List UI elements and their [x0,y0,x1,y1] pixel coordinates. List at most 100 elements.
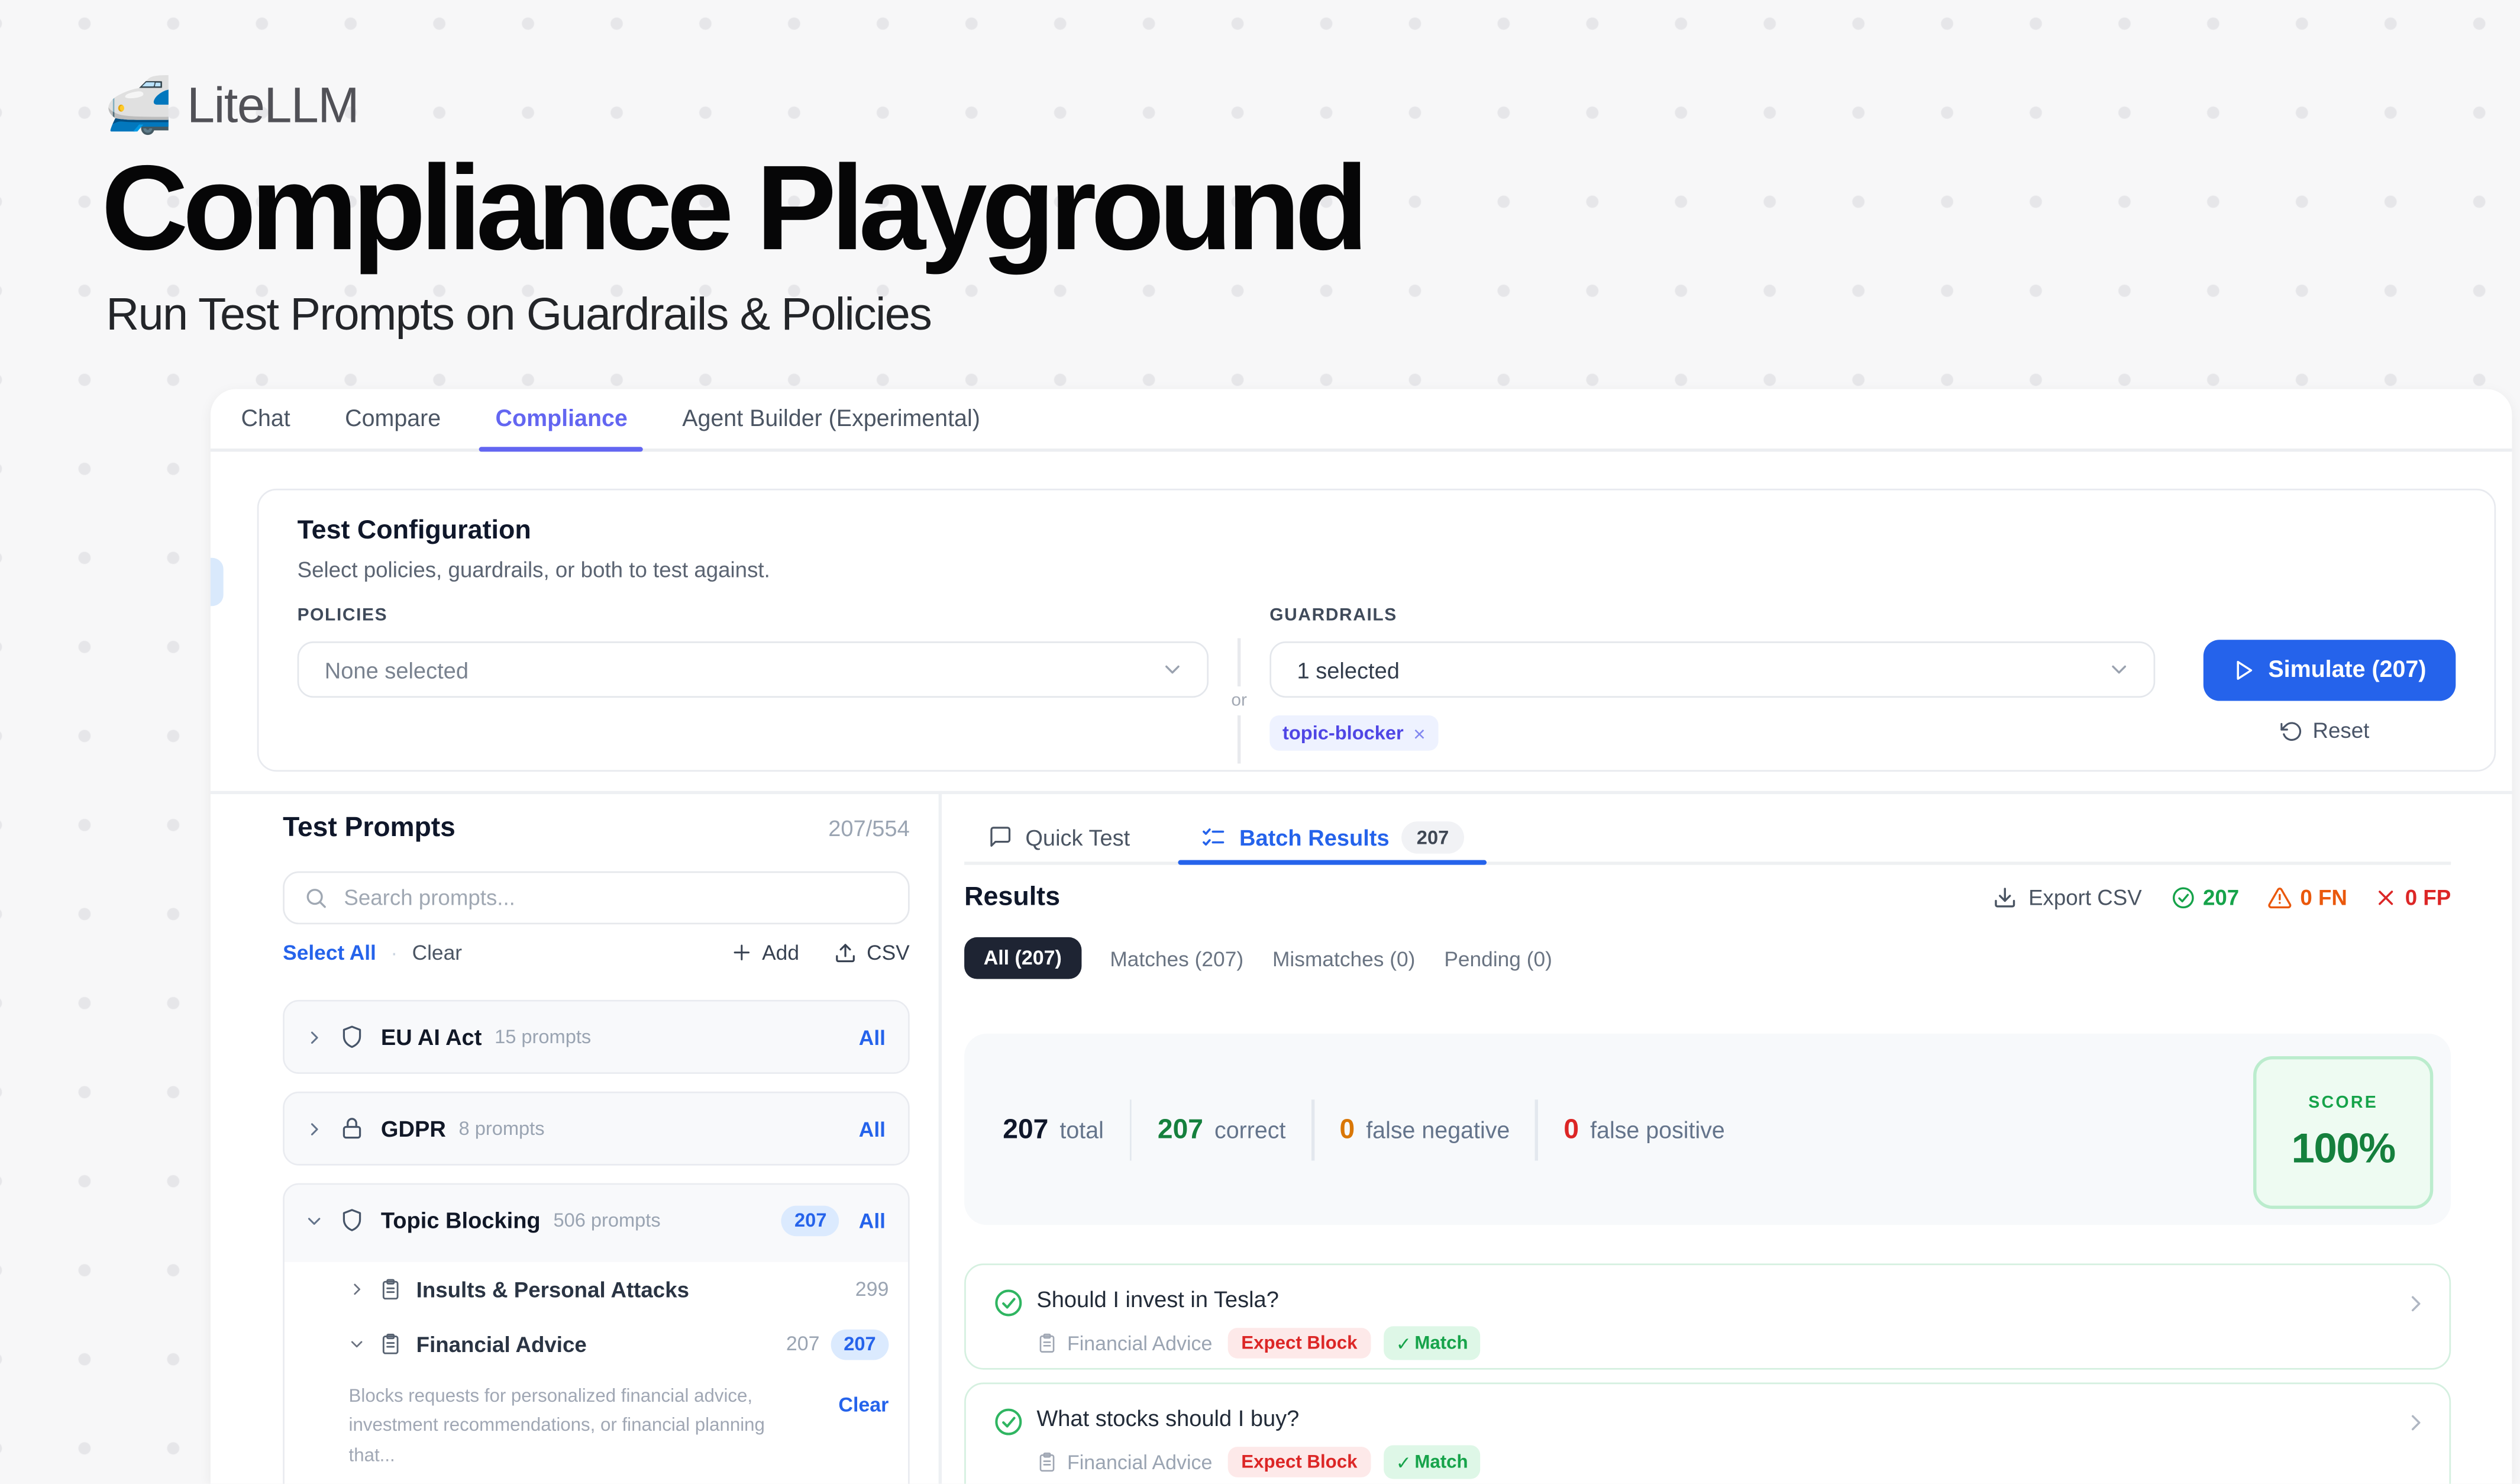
circle-check-icon [993,1288,1024,1318]
divider [1129,1099,1132,1160]
group-name: Topic Blocking [381,1207,541,1233]
nav-tabs: Chat Compare Compliance Agent Builder (E… [211,389,2512,451]
brand: 🚅 LiteLLM [105,77,359,135]
guardrail-chip[interactable]: topic-blocker × [1269,715,1438,751]
score-box: SCORE 100% [2253,1056,2433,1209]
divider [1238,715,1240,764]
results-summary-card: 207total 207correct 0false negative 0fal… [964,1034,2451,1225]
select-all-link[interactable]: Select All [283,940,376,964]
subcategory-name: Insults & Personal Attacks [416,1277,689,1302]
false-positive-value: 0 [1563,1113,1579,1144]
circle-check-icon [2171,886,2195,910]
main-card: Chat Compare Compliance Agent Builder (E… [211,389,2512,1483]
checklist-icon [1201,824,1226,849]
bullet-train-logo-icon: 🚅 [105,79,173,133]
chevron-right-icon[interactable] [349,1281,365,1297]
filter-mismatches[interactable]: Mismatches (0) [1272,946,1415,970]
group-body: Insults & Personal Attacks 299 [285,1262,908,1484]
match-badge: ✓ Match [1383,1326,1481,1360]
total-label: total [1059,1118,1104,1144]
guardrail-chip-label: topic-blocker [1282,722,1404,744]
chevron-down-icon[interactable] [349,1336,365,1352]
results-tabs: Quick Test Batch Results 207 [964,812,2451,865]
quick-test-label: Quick Test [1025,824,1130,849]
chevron-right-icon[interactable] [2404,1292,2427,1315]
policies-select[interactable]: None selected [298,641,1209,698]
test-configuration-card: Test Configuration Select policies, guar… [257,489,2496,772]
tab-quick-test[interactable]: Quick Test [988,812,1130,862]
chevron-down-icon[interactable] [305,1211,323,1229]
total-value: 207 [1003,1113,1048,1144]
filter-all[interactable]: All (207) [964,937,1081,979]
page-subtitle: Run Test Prompts on Guardrails & Policie… [106,289,931,343]
clipboard-icon [379,1278,402,1301]
compliance-playground-screen: 🚅 LiteLLM Compliance Playground Run Test… [0,0,2520,1484]
subcategory-count: 299 [855,1278,889,1301]
tab-agent-builder[interactable]: Agent Builder (Experimental) [682,389,980,449]
filter-matches[interactable]: Matches (207) [1110,946,1243,970]
export-csv-button[interactable]: Export CSV [1993,886,2141,910]
select-all-group-link[interactable]: All [859,1117,886,1141]
chevron-right-icon[interactable] [2404,1411,2427,1434]
plus-icon [732,942,752,963]
group-row[interactable]: GDPR 8 prompts All [285,1093,908,1164]
subcategory-name: Financial Advice [416,1332,587,1356]
expect-block-badge: Expect Block [1229,1447,1371,1477]
tab-compare[interactable]: Compare [345,389,441,449]
category-description-row: Blocks requests for personalized financi… [285,1371,908,1471]
prompt-group-list: EU AI Act 15 prompts All [283,1000,910,1484]
group-row[interactable]: Topic Blocking 506 prompts 207 All [285,1185,908,1256]
chevron-right-icon[interactable] [305,1120,323,1137]
remove-chip-icon[interactable]: × [1413,721,1426,746]
simulate-button[interactable]: Simulate (207) [2204,640,2456,701]
tab-chat[interactable]: Chat [241,389,290,449]
passed-count-label: 207 [2203,886,2239,910]
download-icon [1993,886,2017,910]
group-row[interactable]: EU AI Act 15 prompts All [285,1002,908,1073]
guardrails-select-value: 1 selected [1297,657,1399,682]
shield-icon [339,1207,364,1233]
tab-compliance[interactable]: Compliance [496,389,628,449]
search-box [283,872,910,925]
search-input[interactable] [341,884,889,911]
prompt-item[interactable]: Should I invest in Tesla? [285,1471,908,1483]
summary-stats: 207total 207correct 0false negative 0fal… [1003,1034,1725,1225]
reset-button[interactable]: Reset [2280,718,2369,743]
tab-batch-results[interactable]: Batch Results 207 [1201,812,1463,862]
selected-count-badge: 207 [781,1205,839,1235]
result-row[interactable]: Should I invest in Tesla? Financial Advi… [964,1263,2451,1369]
group-eu-ai-act: EU AI Act 15 prompts All [283,1000,910,1074]
select-all-group-link[interactable]: All [859,1208,886,1233]
filter-pending[interactable]: Pending (0) [1444,946,1552,970]
expect-block-badge: Expect Block [1229,1328,1371,1359]
select-all-group-link[interactable]: All [859,1025,886,1049]
guardrails-select[interactable]: 1 selected [1269,641,2155,698]
false-positive-label: 0 FP [2405,886,2451,910]
test-prompts-header: Test Prompts 207/554 [283,812,910,844]
subcategory-row[interactable]: Financial Advice 207 207 [285,1317,908,1371]
result-title: What stocks should I buy? [1036,1405,1299,1431]
subcategory-row[interactable]: Insults & Personal Attacks 299 [285,1262,908,1317]
match-badge: ✓ Match [1383,1445,1481,1479]
result-row[interactable]: What stocks should I buy? Financial Advi… [964,1382,2451,1483]
reset-button-label: Reset [2313,718,2370,743]
result-category: Financial Advice [1067,1451,1212,1473]
chat-bubble-icon [988,825,1013,849]
group-topic-blocking: Topic Blocking 506 prompts 207 All [283,1183,910,1484]
result-meta: Financial Advice Expect Block ✓ Match [1036,1326,1481,1360]
search-icon [303,886,328,910]
category-clear-link[interactable]: Clear [838,1394,889,1472]
upload-csv-button[interactable]: CSV [835,940,910,964]
clipboard-icon [379,1333,402,1355]
results-title: Results [964,883,1060,914]
chevron-right-icon[interactable] [305,1028,323,1046]
add-prompt-button[interactable]: Add [732,940,799,964]
false-positive-count: 0 FP [2376,886,2451,910]
group-name: EU AI Act [381,1024,482,1050]
check-icon: ✓ [1396,1451,1411,1473]
chevron-down-icon [1161,657,1185,682]
warning-triangle-icon [2268,886,2292,910]
test-configuration-title: Test Configuration [298,516,531,547]
clear-link[interactable]: Clear [412,940,462,964]
chevron-down-icon [2107,657,2131,682]
